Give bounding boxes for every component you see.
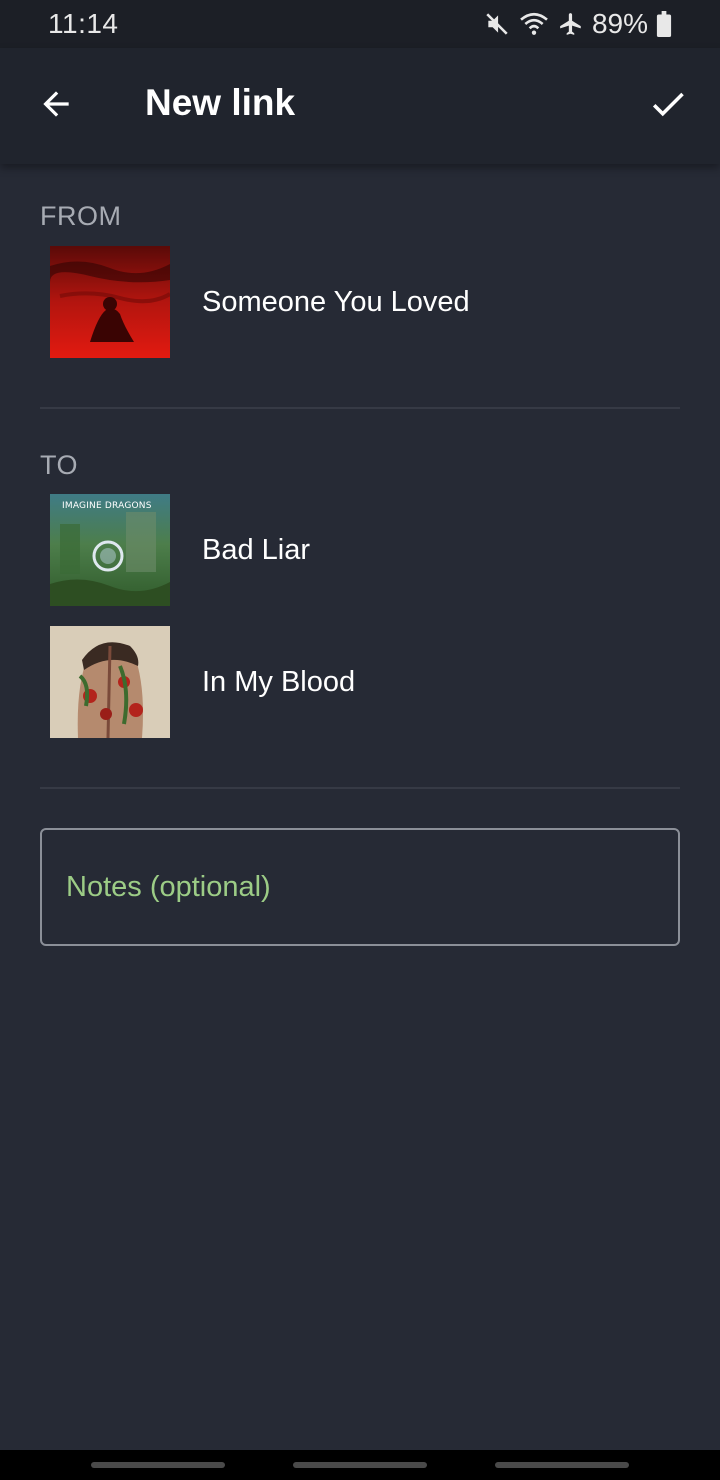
battery-icon <box>656 11 672 37</box>
nav-back-button[interactable] <box>495 1462 629 1468</box>
divider <box>40 407 680 409</box>
notes-input[interactable] <box>66 870 654 904</box>
app-bar: New link <box>0 48 720 164</box>
to-label: TO <box>40 450 79 480</box>
mute-icon <box>484 11 510 37</box>
from-label: FROM <box>40 201 122 231</box>
nav-home-button[interactable] <box>293 1462 427 1468</box>
song-title: Someone You Loved <box>202 285 470 318</box>
divider <box>40 787 680 789</box>
arrow-back-icon <box>37 85 75 128</box>
airplane-icon <box>558 11 584 37</box>
page-title: New link <box>145 82 296 123</box>
song-title: In My Blood <box>202 665 356 698</box>
to-song-row[interactable]: IMAGINE DRAGONS Bad Liar <box>50 494 680 606</box>
nav-recents-button[interactable] <box>91 1462 225 1468</box>
album-cover-in-my-blood <box>50 626 170 738</box>
wifi-icon <box>518 11 550 37</box>
system-nav-bar <box>0 1450 720 1480</box>
confirm-button[interactable] <box>636 78 700 134</box>
status-bar: 11:14 89% <box>0 0 720 48</box>
notes-field[interactable] <box>40 828 680 946</box>
album-cover-someone-you-loved <box>50 246 170 358</box>
status-icons: 89% <box>484 8 672 40</box>
album-cover-bad-liar: IMAGINE DRAGONS <box>50 494 170 606</box>
back-button[interactable] <box>28 78 84 134</box>
to-song-row[interactable]: In My Blood <box>50 626 680 738</box>
status-time: 11:14 <box>48 8 119 39</box>
check-icon <box>647 83 689 130</box>
from-song-row[interactable]: Someone You Loved <box>50 246 680 358</box>
battery-percent: 89% <box>591 8 648 39</box>
song-title: Bad Liar <box>202 533 311 566</box>
album-cover-text: IMAGINE DRAGONS <box>62 501 152 511</box>
